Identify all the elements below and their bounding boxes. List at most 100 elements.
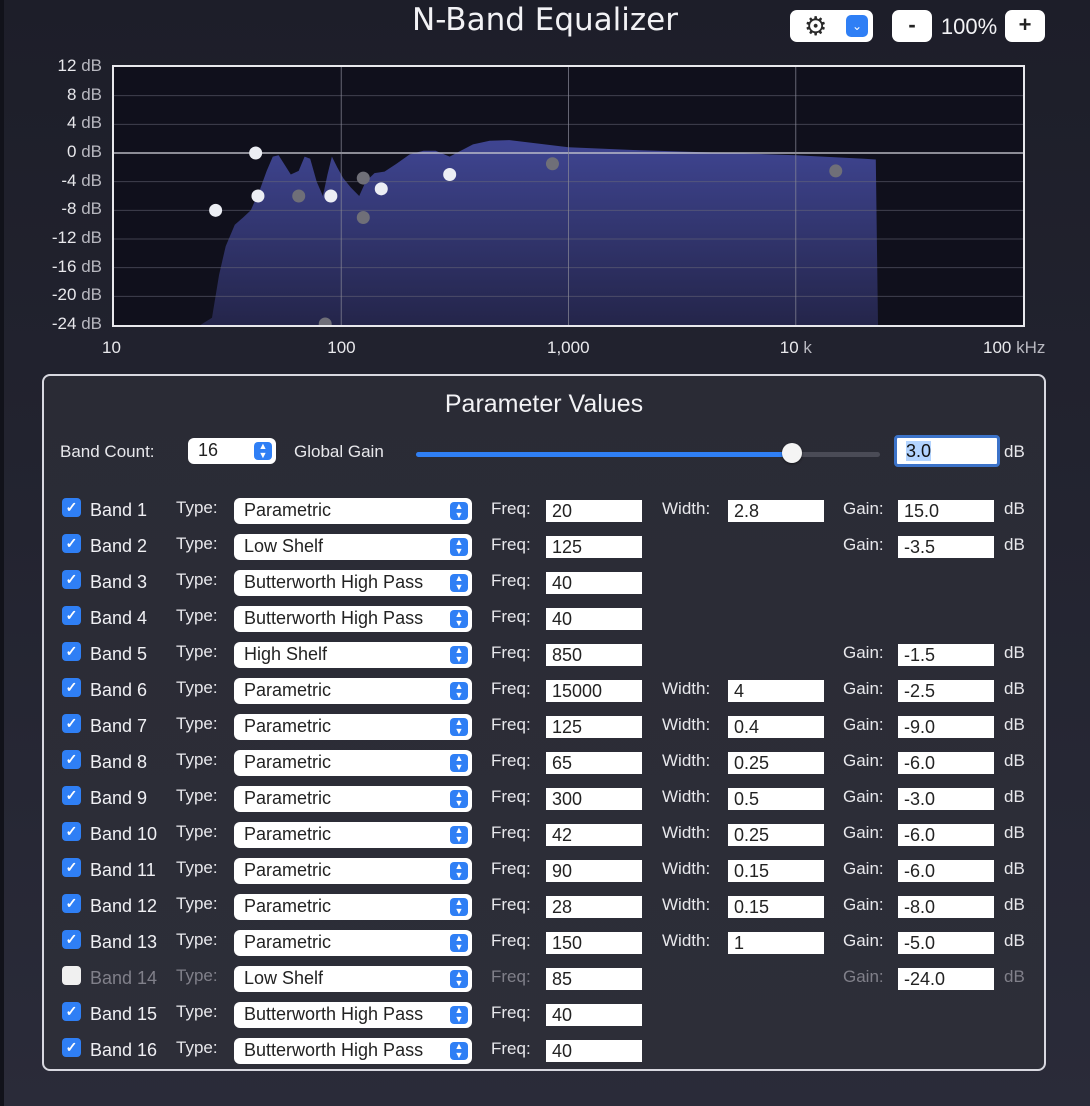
gain-input[interactable]: -6.0 — [898, 752, 994, 774]
band-handle-dimmed — [292, 189, 306, 203]
freq-input[interactable]: 150 — [546, 932, 642, 954]
band-row: ✓ Band 16 Type: Butterworth High Pass ▲ ▼ Freq… — [44, 1038, 1044, 1074]
width-input[interactable]: 0.4 — [728, 716, 824, 738]
band-enable-checkbox[interactable]: ✓ — [62, 858, 81, 877]
width-input[interactable]: 4 — [728, 680, 824, 702]
gain-unit: dB — [1004, 859, 1025, 878]
freq-input[interactable]: 15000 — [546, 680, 642, 702]
band-type-select[interactable]: High Shelf ▲ ▼ — [234, 642, 472, 668]
slider-fill — [416, 452, 792, 457]
zoom-in-button[interactable]: + — [1005, 10, 1045, 42]
band-enable-checkbox[interactable]: ✓ — [62, 498, 81, 517]
freq-input[interactable]: 20 — [546, 500, 642, 522]
updown-arrows-icon: ▲ ▼ — [450, 502, 468, 520]
gain-input[interactable]: -6.0 — [898, 824, 994, 846]
freq-label: Freq: — [491, 643, 531, 662]
gain-input[interactable]: -6.0 — [898, 860, 994, 882]
global-gain-slider[interactable] — [416, 443, 880, 463]
parameter-panel: Parameter Values Band Count: 16 ▲ ▼ Globa… — [42, 374, 1046, 1071]
band-type-select[interactable]: Parametric ▲ ▼ — [234, 858, 472, 884]
freq-input[interactable]: 125 — [546, 716, 642, 738]
band-enable-checkbox[interactable]: ✓ — [62, 894, 81, 913]
band-enable-checkbox[interactable]: ✓ — [62, 750, 81, 769]
freq-input[interactable]: 40 — [546, 608, 642, 630]
band-enable-checkbox[interactable]: ✓ — [62, 678, 81, 697]
band-enable-checkbox[interactable]: ✓ — [62, 786, 81, 805]
band-enable-checkbox[interactable]: ✓ — [62, 822, 81, 841]
band-type-select[interactable]: Butterworth High Pass ▲ ▼ — [234, 1002, 472, 1028]
band-type-select[interactable]: Low Shelf ▲ ▼ — [234, 966, 472, 992]
band-type-select[interactable]: Parametric ▲ ▼ — [234, 498, 472, 524]
freq-input[interactable]: 85 — [546, 968, 642, 990]
band-type-select[interactable]: Parametric ▲ ▼ — [234, 678, 472, 704]
band-row: Band 14 Type: Low Shelf ▲ ▼ Freq: 85 Gain: -24.0… — [44, 966, 1044, 1002]
band-type-select[interactable]: Parametric ▲ ▼ — [234, 822, 472, 848]
updown-arrows-icon: ▲ ▼ — [450, 790, 468, 808]
width-input[interactable]: 1 — [728, 932, 824, 954]
response-plot[interactable] — [114, 67, 1023, 325]
band-type-value: Parametric — [244, 788, 332, 808]
gain-label: Gain: — [843, 931, 884, 950]
freq-label: Freq: — [491, 679, 531, 698]
freq-input[interactable]: 125 — [546, 536, 642, 558]
band-enable-checkbox[interactable]: ✓ — [62, 930, 81, 949]
freq-input[interactable]: 28 — [546, 896, 642, 918]
band-type-select[interactable]: Parametric ▲ ▼ — [234, 930, 472, 956]
y-tick-label: 8 dB — [67, 85, 102, 105]
band-type-select[interactable]: Butterworth High Pass ▲ ▼ — [234, 1038, 472, 1064]
band-type-select[interactable]: Parametric ▲ ▼ — [234, 894, 472, 920]
band-type-value: Butterworth High Pass — [244, 608, 424, 628]
frequency-response-graph[interactable] — [112, 65, 1025, 327]
freq-input[interactable]: 90 — [546, 860, 642, 882]
freq-input[interactable]: 42 — [546, 824, 642, 846]
band-name: Band 5 — [90, 644, 148, 664]
width-input[interactable]: 0.25 — [728, 752, 824, 774]
band-enable-checkbox[interactable]: ✓ — [62, 642, 81, 661]
width-input[interactable]: 2.8 — [728, 500, 824, 522]
band-type-select[interactable]: Butterworth High Pass ▲ ▼ — [234, 606, 472, 632]
slider-knob[interactable] — [781, 443, 802, 463]
band-enable-checkbox[interactable]: ✓ — [62, 534, 81, 553]
band-row: ✓ Band 3 Type: Butterworth High Pass ▲ ▼ Freq:… — [44, 570, 1044, 606]
band-type-select[interactable]: Parametric ▲ ▼ — [234, 786, 472, 812]
gain-label: Gain: — [843, 715, 884, 734]
freq-input[interactable]: 40 — [546, 572, 642, 594]
band-type-select[interactable]: Butterworth High Pass ▲ ▼ — [234, 570, 472, 596]
width-input[interactable]: 0.15 — [728, 896, 824, 918]
zoom-out-button[interactable]: - — [892, 10, 932, 42]
band-enable-checkbox[interactable] — [62, 966, 81, 985]
freq-input[interactable]: 65 — [546, 752, 642, 774]
gain-input[interactable]: -3.0 — [898, 788, 994, 810]
freq-input[interactable]: 850 — [546, 644, 642, 666]
band-enable-checkbox[interactable]: ✓ — [62, 1002, 81, 1021]
width-input[interactable]: 0.5 — [728, 788, 824, 810]
width-input[interactable]: 0.15 — [728, 860, 824, 882]
gain-input[interactable]: -9.0 — [898, 716, 994, 738]
freq-input[interactable]: 40 — [546, 1004, 642, 1026]
global-gain-input[interactable]: 3.0 — [894, 435, 1000, 467]
gain-input[interactable]: -8.0 — [898, 896, 994, 918]
band-enable-checkbox[interactable]: ✓ — [62, 606, 81, 625]
y-tick-label: 4 dB — [67, 113, 102, 133]
freq-input[interactable]: 300 — [546, 788, 642, 810]
gain-input[interactable]: -2.5 — [898, 680, 994, 702]
band-type-select[interactable]: Low Shelf ▲ ▼ — [234, 534, 472, 560]
band-enable-checkbox[interactable]: ✓ — [62, 714, 81, 733]
band-count-select[interactable]: 16 ▲ ▼ — [188, 438, 276, 464]
width-input[interactable]: 0.25 — [728, 824, 824, 846]
settings-menu-button[interactable]: ⚙ ⌄ — [790, 10, 873, 42]
band-enable-checkbox[interactable]: ✓ — [62, 570, 81, 589]
gain-input[interactable]: -1.5 — [898, 644, 994, 666]
band-enable-checkbox[interactable]: ✓ — [62, 1038, 81, 1057]
band-type-select[interactable]: Parametric ▲ ▼ — [234, 750, 472, 776]
gain-input[interactable]: -24.0 — [898, 968, 994, 990]
freq-input[interactable]: 40 — [546, 1040, 642, 1062]
band-type-select[interactable]: Parametric ▲ ▼ — [234, 714, 472, 740]
gain-input[interactable]: -5.0 — [898, 932, 994, 954]
type-label: Type: — [176, 858, 218, 877]
updown-arrows-icon: ▲ ▼ — [254, 442, 272, 460]
gain-input[interactable]: 15.0 — [898, 500, 994, 522]
gain-input[interactable]: -3.5 — [898, 536, 994, 558]
updown-arrows-icon: ▲ ▼ — [450, 682, 468, 700]
x-tick-value: 100 — [983, 338, 1012, 357]
